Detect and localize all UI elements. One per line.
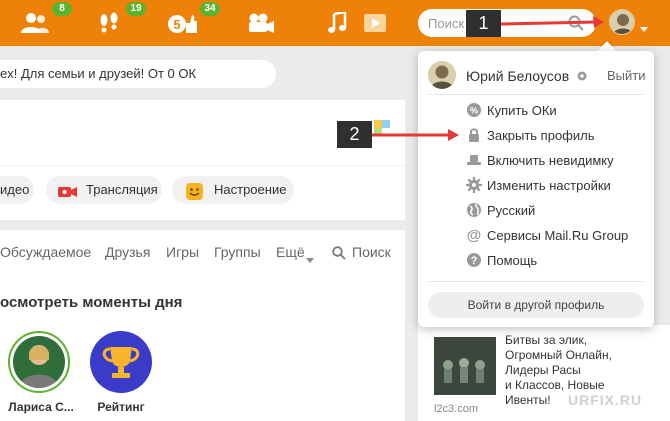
promo-banner[interactable]: ex! Для семьи и друзей! От 0 ОК	[0, 60, 276, 88]
menu-item-label: Включить невидимку	[487, 153, 614, 168]
menu-item-mailru-services[interactable]: @ Сервисы Mail.Ru Group	[466, 226, 646, 246]
video-camera-icon[interactable]	[244, 8, 278, 38]
svg-text:?: ?	[471, 255, 478, 267]
decor-square	[374, 128, 382, 136]
friends-badge: 8	[52, 2, 72, 16]
user-avatar[interactable]	[609, 9, 635, 35]
ok-coin-icon: %	[466, 102, 482, 118]
tab-groups[interactable]: Группы	[214, 244, 261, 260]
video-play-icon[interactable]	[358, 8, 392, 38]
gear-icon[interactable]	[576, 70, 588, 85]
menu-item-help[interactable]: ? Помощь	[466, 251, 646, 271]
svg-text:@: @	[467, 227, 482, 243]
switch-profile-button[interactable]: Войти в другой профиль	[428, 292, 644, 318]
moments-section-title: осмотреть моменты дня	[0, 294, 183, 311]
top-navigation-bar: 8 19 5 34	[0, 0, 670, 46]
dropdown-avatar[interactable]	[428, 61, 456, 89]
help-icon: ?	[466, 252, 482, 268]
video-chip[interactable]: идео	[0, 176, 34, 204]
tab-games[interactable]: Игры	[166, 244, 199, 260]
at-icon: @	[466, 227, 482, 244]
menu-item-label: Купить ОКи	[487, 103, 557, 118]
chip-label: Трансляция	[86, 182, 158, 197]
search-box[interactable]	[418, 9, 596, 37]
mood-chip[interactable]: Настроение	[172, 176, 294, 204]
music-note-icon[interactable]	[320, 8, 354, 38]
menu-item-settings[interactable]: Изменить настройки	[466, 176, 646, 196]
watermark: URFIX.RU	[568, 392, 643, 408]
tab-more[interactable]: Ещё	[276, 244, 305, 260]
tab-friends[interactable]: Друзья	[105, 244, 150, 260]
mood-smiley-icon	[186, 182, 203, 210]
hat-icon	[466, 152, 482, 168]
tab-discussed[interactable]: Обсуждаемое	[0, 244, 91, 260]
rating-avatar[interactable]	[90, 331, 152, 393]
search-icon[interactable]	[568, 15, 584, 34]
divider	[428, 94, 644, 95]
user-name[interactable]: Юрий Белоусов	[466, 68, 569, 84]
chip-label: Настроение	[214, 182, 287, 197]
menu-item-label: Закрыть профиль	[487, 128, 595, 143]
marks-badge: 34	[200, 2, 220, 16]
story-avatar[interactable]	[8, 331, 70, 393]
lock-icon	[466, 127, 482, 143]
menu-item-label: Сервисы Mail.Ru Group	[487, 228, 629, 243]
decor-square	[382, 120, 390, 128]
chip-label: идео	[0, 182, 30, 197]
svg-text:5: 5	[173, 17, 180, 32]
annotation-step-1: 1	[466, 10, 501, 37]
marks-five-icon[interactable]: 5	[166, 8, 200, 38]
ad-line: и Классов, Новые	[505, 378, 605, 392]
friends-icon[interactable]	[18, 8, 52, 38]
divider	[428, 281, 644, 282]
ad-line: Огромный Онлайн,	[505, 348, 612, 362]
menu-item-language[interactable]: Русский	[466, 201, 646, 221]
gear-icon	[466, 177, 482, 193]
menu-item-label: Изменить настройки	[487, 178, 611, 193]
search-icon[interactable]	[332, 246, 346, 263]
feed-search-label[interactable]: Поиск	[352, 244, 391, 260]
menu-item-invisible[interactable]: Включить невидимку	[466, 151, 646, 171]
ad-line: Битвы за элик,	[505, 333, 588, 347]
guests-badge: 19	[126, 2, 146, 16]
chevron-down-icon[interactable]	[306, 250, 314, 266]
ad-image[interactable]	[434, 337, 496, 395]
svg-text:%: %	[470, 106, 478, 116]
ad-domain[interactable]: l2c3.com	[434, 403, 478, 415]
broadcast-camera-icon	[58, 182, 78, 210]
menu-item-buy-ok[interactable]: % Купить ОКи	[466, 101, 646, 121]
menu-item-label: Помощь	[487, 253, 538, 268]
menu-item-close-profile[interactable]: Закрыть профиль	[466, 126, 646, 146]
profile-row: Юрий Белоусов Выйти	[428, 61, 646, 93]
annotation-step-2: 2	[337, 121, 372, 148]
rating-label: Рейтинг	[97, 400, 145, 414]
chevron-down-icon[interactable]	[640, 20, 648, 35]
menu-item-label: Русский	[487, 203, 536, 218]
decor-square	[374, 120, 382, 128]
feed-card: Обсуждаемое Друзья Игры Группы Ещё Поиск…	[0, 230, 405, 421]
profile-dropdown-menu: Юрий Белоусов Выйти % Купить ОКи Закрыть…	[418, 51, 654, 327]
story-label: Лариса С...	[8, 400, 74, 414]
ad-line: Лидеры Расы	[505, 363, 581, 377]
guests-footprints-icon[interactable]	[92, 8, 126, 38]
globe-icon	[466, 202, 482, 218]
broadcast-chip[interactable]: Трансляция	[46, 176, 162, 204]
logout-link[interactable]: Выйти	[607, 68, 646, 83]
